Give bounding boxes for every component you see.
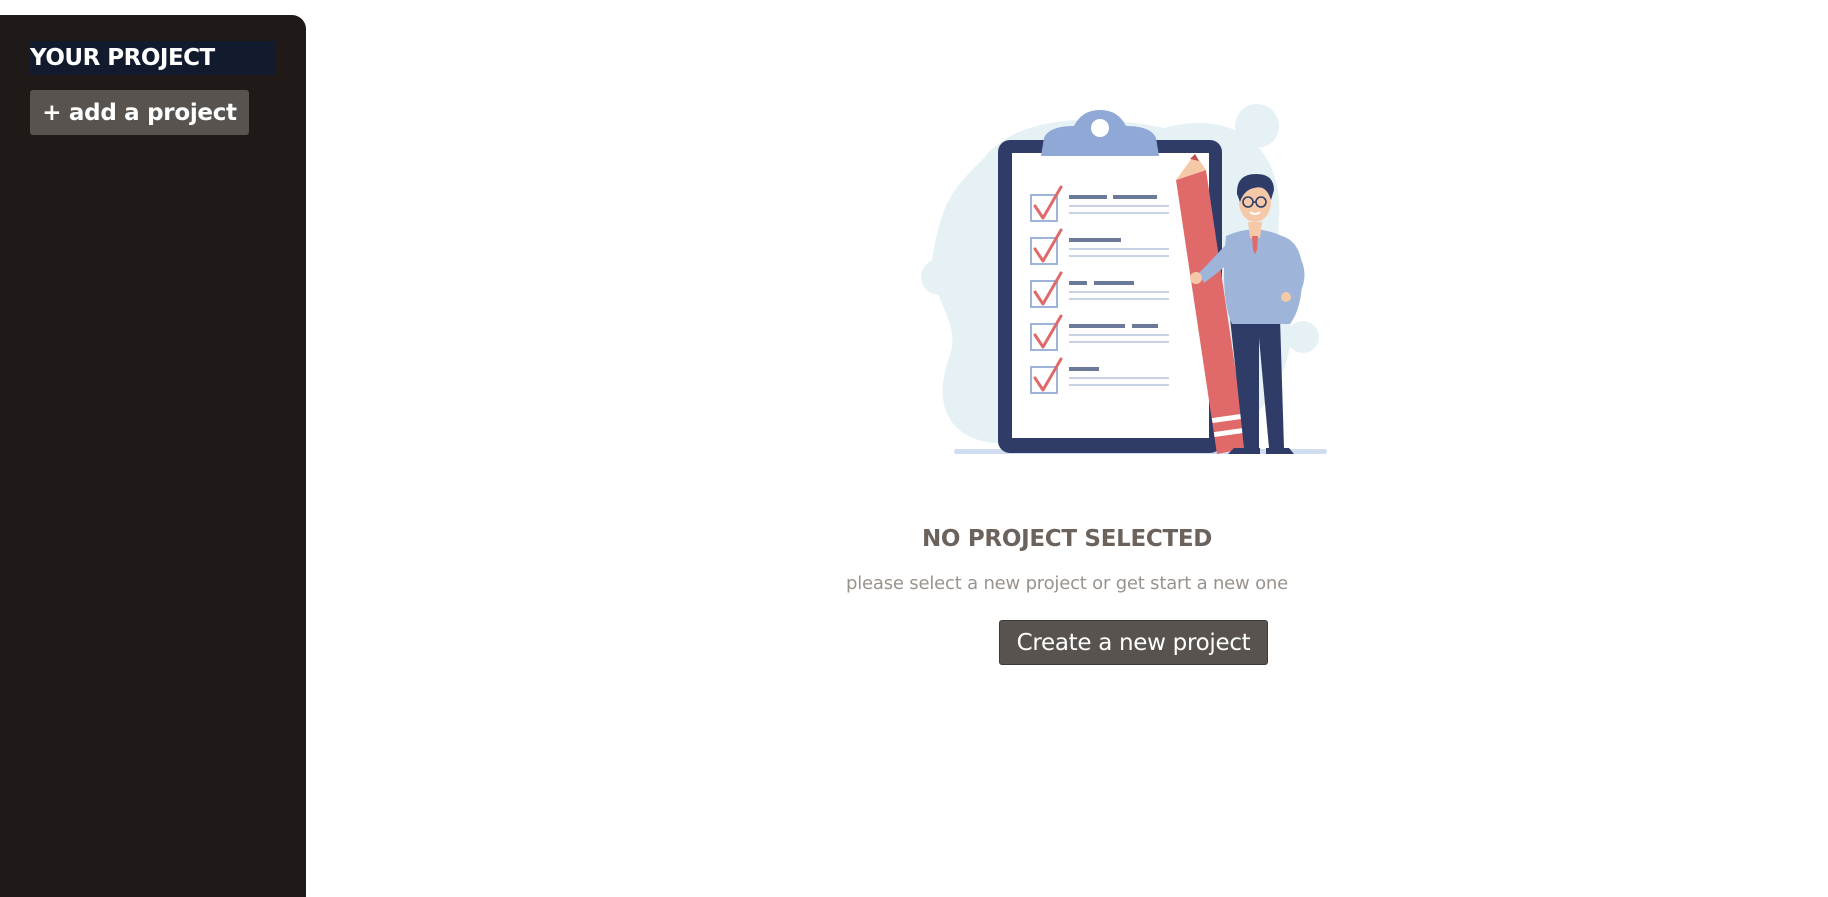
add-project-button[interactable]: + add a project — [30, 90, 249, 135]
decor-circle — [921, 259, 957, 295]
create-project-button[interactable]: Create a new project — [999, 620, 1268, 665]
main-content: NO PROJECT SELECTED please select a new … — [306, 0, 1828, 897]
empty-state-subtitle: please select a new project or get start… — [845, 573, 1288, 594]
empty-state-title: NO PROJECT SELECTED — [921, 526, 1213, 552]
sidebar: YOUR PROJECT + add a project — [0, 15, 306, 897]
decor-circle — [1287, 321, 1319, 353]
clipboard-checklist-illustration-icon — [914, 98, 1334, 462]
sidebar-title: YOUR PROJECT — [30, 41, 276, 75]
decor-circle — [1235, 104, 1279, 148]
app-root: YOUR PROJECT + add a project NO PROJECT … — [0, 0, 1828, 897]
